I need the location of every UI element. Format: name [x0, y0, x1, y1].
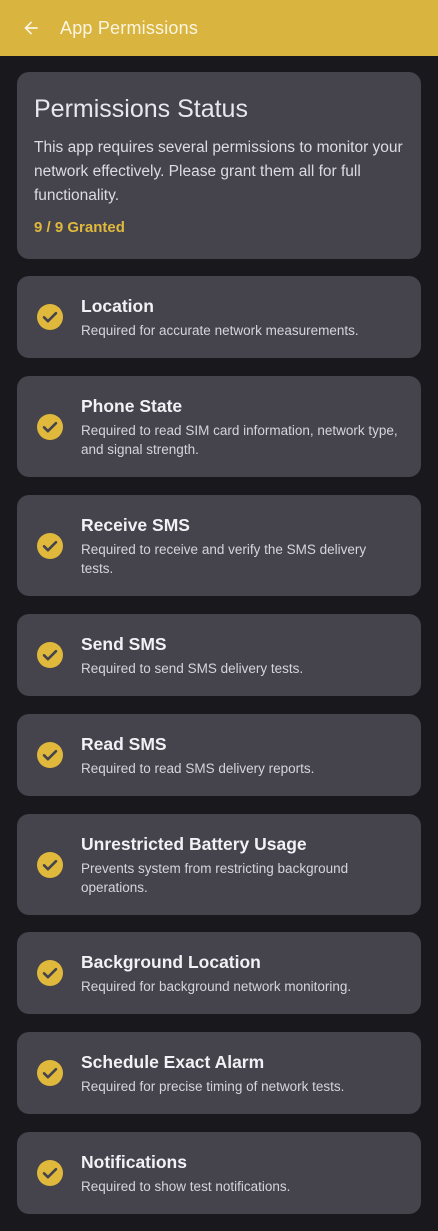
check-circle-icon: [37, 304, 63, 330]
permission-title: Send SMS: [81, 633, 167, 654]
permission-title: Location: [81, 295, 154, 316]
check-circle-icon: [37, 642, 63, 668]
permission-item-receive-sms[interactable]: Receive SMS Required to receive and veri…: [17, 495, 421, 596]
permission-description: Required to read SMS delivery reports.: [81, 760, 315, 776]
permission-item-background-location[interactable]: Background Location Required for backgro…: [17, 932, 421, 1014]
permission-description: Required for precise timing of network t…: [81, 1078, 345, 1094]
app-bar: App Permissions: [0, 0, 438, 56]
permission-item-read-sms[interactable]: Read SMS Required to read SMS delivery r…: [17, 714, 421, 796]
check-circle-icon: [37, 1060, 63, 1086]
page-title: App Permissions: [60, 17, 199, 38]
granted-count: 9 / 9 Granted: [34, 219, 125, 236]
check-circle-icon: [37, 851, 63, 878]
permission-title: Unrestricted Battery Usage: [81, 833, 307, 854]
permission-title: Phone State: [81, 395, 183, 416]
permission-text: Background Location Required for backgro…: [81, 951, 401, 996]
check-circle-icon: [37, 742, 63, 768]
permission-description: Required to show test notifications.: [81, 1178, 291, 1194]
check-circle-icon: [37, 413, 63, 440]
permission-description: Prevents system from restricting backgro…: [81, 860, 349, 895]
permission-title: Read SMS: [81, 733, 167, 754]
status-description: This app requires several permissions to…: [34, 139, 403, 204]
permission-text: Phone State Required to read SIM card in…: [81, 395, 401, 459]
permission-text: Unrestricted Battery Usage Prevents syst…: [81, 833, 401, 897]
permission-text: Send SMS Required to send SMS delivery t…: [81, 633, 401, 678]
permission-description: Required to receive and verify the SMS d…: [81, 541, 367, 576]
back-button[interactable]: [19, 16, 43, 40]
permission-text: Read SMS Required to read SMS delivery r…: [81, 733, 401, 778]
permission-item-exact-alarm[interactable]: Schedule Exact Alarm Required for precis…: [17, 1032, 421, 1114]
permission-item-battery[interactable]: Unrestricted Battery Usage Prevents syst…: [17, 814, 421, 915]
permissions-content[interactable]: Permissions Status This app requires sev…: [0, 56, 438, 1231]
permission-item-notifications[interactable]: Notifications Required to show test noti…: [17, 1132, 421, 1214]
permission-text: Receive SMS Required to receive and veri…: [81, 514, 401, 578]
permission-description: Required to send SMS delivery tests.: [81, 660, 304, 676]
check-circle-icon: [37, 532, 63, 559]
permission-text: Notifications Required to show test noti…: [81, 1151, 401, 1196]
status-title: Permissions Status: [34, 95, 248, 123]
arrow-back-icon: [24, 21, 38, 35]
check-circle-icon: [37, 960, 63, 986]
check-circle-icon: [37, 1160, 63, 1186]
permission-text: Location Required for accurate network m…: [81, 295, 401, 340]
permission-text: Schedule Exact Alarm Required for precis…: [81, 1051, 401, 1096]
permission-description: Required for background network monitori…: [81, 978, 352, 994]
permission-item-location[interactable]: Location Required for accurate network m…: [17, 276, 421, 358]
permission-item-phone-state[interactable]: Phone State Required to read SIM card in…: [17, 376, 421, 477]
permissions-status-card: Permissions Status This app requires sev…: [17, 72, 421, 259]
permission-description: Required to read SIM card information, n…: [81, 422, 398, 457]
permission-description: Required for accurate network measuremen…: [81, 322, 359, 338]
permission-title: Schedule Exact Alarm: [81, 1051, 265, 1072]
permission-title: Notifications: [81, 1151, 187, 1172]
permission-title: Background Location: [81, 951, 261, 972]
permission-item-send-sms[interactable]: Send SMS Required to send SMS delivery t…: [17, 614, 421, 696]
permission-title: Receive SMS: [81, 514, 190, 535]
